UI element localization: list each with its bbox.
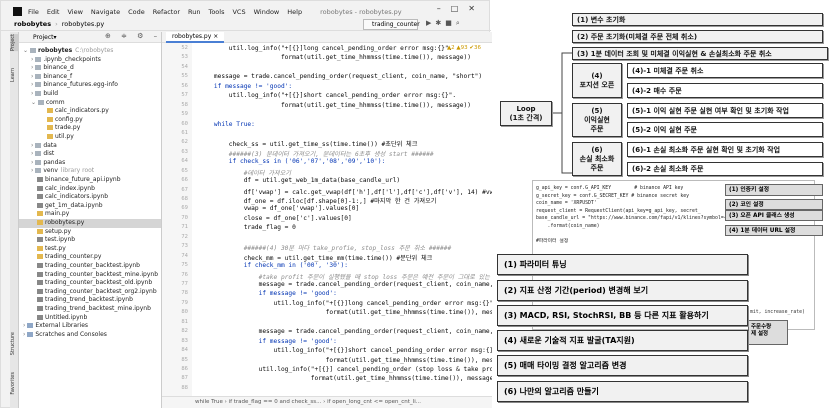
- snippet-label-4: (4) 1분 데이터 URL 설정: [725, 225, 823, 236]
- step-6-2: (6)-2 손실 최소화 주문: [627, 162, 823, 176]
- tip-6: (6) 나만의 알고리즘 만들기: [497, 381, 748, 402]
- step-4-2: (4)-2 매수 주문: [627, 83, 823, 98]
- step-5-2: (5)-2 이익 실현 주문: [627, 122, 823, 137]
- tip-2: (2) 지표 산정 기간(period) 변경해 보기: [497, 280, 748, 301]
- snippet-label-3: (3) 오픈 API 클래스 생성: [725, 210, 823, 221]
- group-6-label: (6) 손실 최소화 주문: [572, 142, 622, 176]
- tip-3: (3) MACD, RSI, StochRSI, BB 등 다른 지표 활용하기: [497, 305, 748, 326]
- snippet-label-2: (2) 코인 설정: [725, 199, 823, 210]
- step-3: (3) 1분 데이터 조회 및 미체결 이익실현 & 손실최소화 주문 취소: [572, 47, 828, 60]
- step-4-1: (4)-1 미체결 주문 취소: [627, 63, 823, 78]
- loop-box: Loop (1초 간격): [500, 101, 552, 126]
- snippet-label-1: (1) 인증키 설정: [725, 184, 823, 196]
- step-1: (1) 변수 초기화: [572, 13, 823, 26]
- group-4-label: (4) 포지션 오픈: [572, 63, 622, 98]
- tip-4: (4) 새로운 기술적 지표 발굴(TA지원): [497, 330, 748, 351]
- snippet-tail-label: 주문수량 제 설정: [748, 320, 788, 345]
- snippet-tail-code: mit, increase_rate): [750, 310, 805, 315]
- tip-1: (1) 파라미터 튜닝: [497, 254, 748, 275]
- step-5-1: (5)-1 이익 실현 주문 실현 여부 확인 및 초기화 작업: [627, 103, 823, 118]
- step-6-1: (6)-1 손실 최소화 주문 실현 확인 및 초기화 작업: [627, 142, 823, 157]
- tip-5: (5) 매매 타이밍 결정 알고리즘 변경: [497, 355, 748, 376]
- group-5-label: (5) 이익실현 주문: [572, 103, 622, 137]
- step-2: (2) 주문 초기화(미체결 주문 전체 취소): [572, 30, 823, 43]
